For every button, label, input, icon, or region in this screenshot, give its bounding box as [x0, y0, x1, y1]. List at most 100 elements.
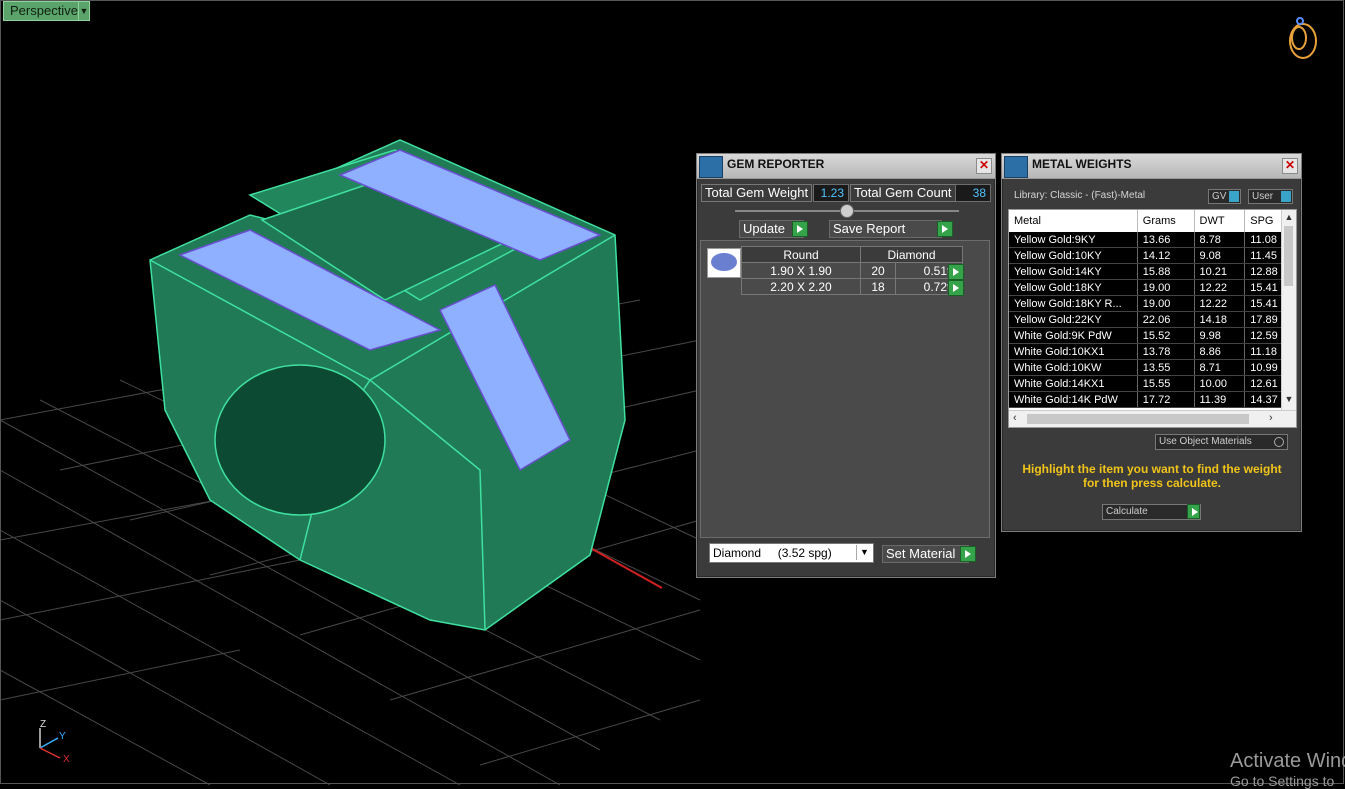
scroll-left-icon[interactable]: ‹ [1013, 412, 1017, 424]
metal-name: Yellow Gold:10KY [1009, 247, 1138, 264]
total-gem-weight-value: 1.23 [813, 184, 849, 202]
metal-name: Yellow Gold:18KY [1009, 279, 1138, 296]
material-select[interactable]: Diamond (3.52 spg) ▼ [709, 543, 874, 563]
scroll-right-icon[interactable]: › [1269, 412, 1273, 424]
metal-table-container[interactable]: Metal Grams DWT SPG Yellow Gold:9KY 13.66… [1008, 209, 1297, 428]
axis-x-label: X [63, 754, 70, 765]
axis-y-label: Y [59, 731, 66, 742]
scroll-hthumb[interactable] [1027, 414, 1249, 424]
metal-grams: 15.55 [1137, 375, 1195, 392]
diamond-round-icon [707, 248, 741, 278]
table-row[interactable]: 1.90 X 1.90 20 0.51tw [741, 262, 963, 279]
save-report-button[interactable]: Save Report [829, 220, 942, 238]
metal-dwt: 11.39 [1194, 391, 1246, 408]
metal-dwt: 10.00 [1194, 375, 1246, 392]
metal-grams: 13.55 [1137, 359, 1195, 376]
table-row[interactable]: Yellow Gold:14KY 15.88 10.21 12.88 [1009, 263, 1296, 280]
gem-reporter-icon [699, 156, 723, 178]
metal-grams: 15.52 [1137, 327, 1195, 344]
row-1-play-icon[interactable] [948, 264, 964, 280]
user-toggle[interactable]: User [1248, 189, 1293, 204]
metal-table: Metal Grams DWT SPG Yellow Gold:9KY 13.66… [1009, 210, 1296, 408]
metal-grams: 14.12 [1137, 247, 1195, 264]
gem-table: Round Diamond 1.90 X 1.90 20 0.51tw 2.20… [741, 246, 963, 295]
calculate-label: Calculate [1106, 506, 1148, 517]
gem-shape-header: Round [741, 246, 861, 263]
metal-name: White Gold:9K PdW [1009, 327, 1138, 344]
viewport-mode-button[interactable]: Perspective [3, 1, 85, 21]
metal-name: Yellow Gold:22KY [1009, 311, 1138, 328]
axis-z-label: Z [40, 719, 46, 730]
table-row[interactable]: Yellow Gold:22KY 22.06 14.18 17.89 [1009, 311, 1296, 328]
metal-dwt: 9.98 [1194, 327, 1246, 344]
metal-name: White Gold:10KX1 [1009, 343, 1138, 360]
gem-count: 20 [860, 262, 896, 279]
chevron-down-icon[interactable]: ▼ [856, 545, 872, 560]
set-material-button[interactable]: Set Material [882, 545, 969, 563]
close-icon[interactable]: ✕ [1282, 158, 1298, 174]
use-object-materials-toggle[interactable]: Use Object Materials [1155, 434, 1288, 450]
metal-name: Yellow Gold:18KY R... [1009, 295, 1138, 312]
table-row[interactable]: Yellow Gold:10KY 14.12 9.08 11.45 [1009, 247, 1296, 264]
col-header-metal[interactable]: Metal [1009, 210, 1138, 232]
table-row[interactable]: Yellow Gold:18KY 19.00 12.22 15.41 [1009, 279, 1296, 296]
metal-dwt: 10.21 [1194, 263, 1246, 280]
table-row[interactable]: White Gold:10KW 13.55 8.71 10.99 [1009, 359, 1296, 376]
gem-type-header: Diamond [860, 246, 963, 263]
total-gem-count-label: Total Gem Count [850, 184, 956, 202]
table-row[interactable]: White Gold:10KX1 13.78 8.86 11.18 [1009, 343, 1296, 360]
table-row[interactable]: Yellow Gold:18KY R... 19.00 12.22 15.41 [1009, 295, 1296, 312]
scroll-thumb[interactable] [1284, 226, 1293, 286]
metal-dwt: 8.78 [1194, 232, 1246, 248]
slider-handle[interactable] [840, 204, 854, 218]
save-report-play-icon[interactable] [937, 221, 953, 237]
vertical-scrollbar[interactable]: ▲ ▼ [1281, 210, 1296, 410]
metal-grams: 22.06 [1137, 311, 1195, 328]
table-row[interactable]: 2.20 X 2.20 18 0.72tw [741, 278, 963, 295]
metal-weights-titlebar[interactable]: METAL WEIGHTS ✕ [1002, 154, 1301, 179]
viewport-dropdown-arrow-icon[interactable]: ▼ [78, 1, 90, 21]
gem-size: 1.90 X 1.90 [741, 262, 861, 279]
table-row[interactable]: Yellow Gold:9KY 13.66 8.78 11.08 [1009, 232, 1296, 248]
gem-size: 2.20 X 2.20 [741, 278, 861, 295]
activate-windows-watermark: Activate Wind [1230, 750, 1345, 772]
user-label: User [1252, 191, 1274, 202]
metal-dwt: 9.08 [1194, 247, 1246, 264]
update-play-icon[interactable] [792, 221, 808, 237]
table-row[interactable]: White Gold:9K PdW 15.52 9.98 12.59 [1009, 327, 1296, 344]
row-2-play-icon[interactable] [948, 280, 964, 296]
close-icon[interactable]: ✕ [976, 158, 992, 174]
metal-weights-panel: METAL WEIGHTS ✕ Library: Classic - (Fast… [1001, 153, 1302, 532]
total-gem-count-value: 38 [955, 184, 991, 202]
horizontal-scrollbar[interactable]: ‹ › [1009, 410, 1296, 427]
metal-dwt: 8.71 [1194, 359, 1246, 376]
calculate-play-icon[interactable] [1187, 504, 1200, 519]
metal-weights-title: METAL WEIGHTS [1032, 157, 1132, 171]
metal-grams: 19.00 [1137, 279, 1195, 296]
metal-grams: 15.88 [1137, 263, 1195, 280]
col-header-grams[interactable]: Grams [1137, 210, 1195, 232]
metal-name: Yellow Gold:9KY [1009, 232, 1138, 248]
scroll-up-icon[interactable]: ▲ [1282, 212, 1296, 222]
metal-dwt: 12.22 [1194, 295, 1246, 312]
gv-toggle[interactable]: GV [1208, 189, 1241, 204]
gv-label: GV [1212, 191, 1227, 202]
gem-count: 18 [860, 278, 896, 295]
table-row[interactable]: White Gold:14K PdW 17.72 11.39 14.37 [1009, 391, 1296, 408]
gem-reporter-titlebar[interactable]: GEM REPORTER ✕ [697, 154, 995, 179]
col-header-dwt[interactable]: DWT [1194, 210, 1246, 232]
set-material-play-icon[interactable] [960, 546, 976, 562]
metal-grams: 17.72 [1137, 391, 1195, 408]
metal-weights-icon [1004, 156, 1028, 178]
metal-dwt: 12.22 [1194, 279, 1246, 296]
library-label: Library: Classic - (Fast)-Metal [1014, 190, 1146, 201]
metal-name: White Gold:14K PdW [1009, 391, 1138, 408]
metal-name: White Gold:14KX1 [1009, 375, 1138, 392]
material-select-value: Diamond (3.52 spg) [713, 546, 832, 560]
gem-reporter-title: GEM REPORTER [727, 157, 825, 171]
toggle-circle-icon[interactable] [1274, 437, 1284, 447]
table-row[interactable]: White Gold:14KX1 15.55 10.00 12.61 [1009, 375, 1296, 392]
calculate-hint-text: Highlight the item you want to find the … [1022, 462, 1282, 490]
scroll-down-icon[interactable]: ▼ [1282, 394, 1296, 404]
metal-name: White Gold:10KW [1009, 359, 1138, 376]
